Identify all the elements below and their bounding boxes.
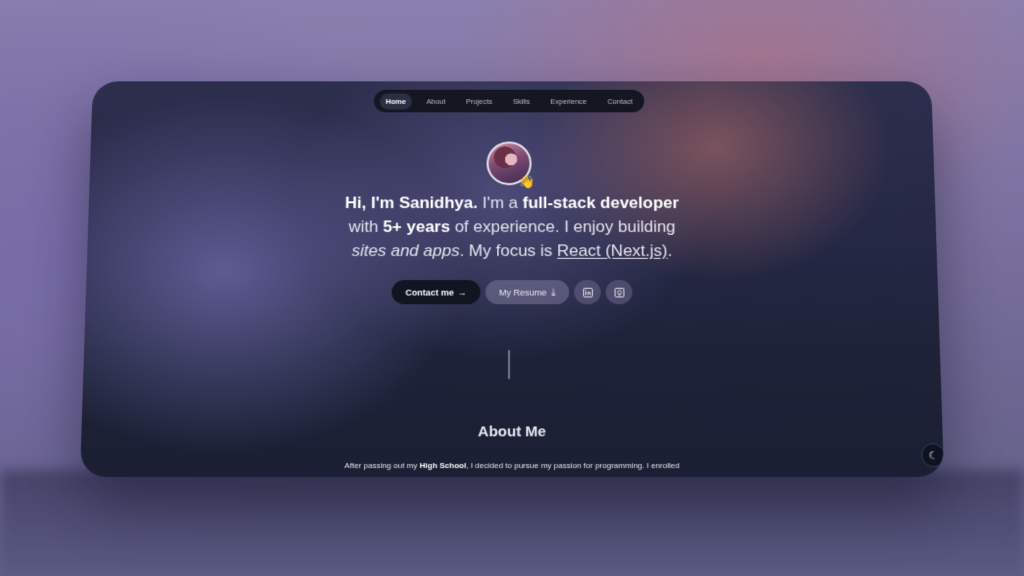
contact-me-label: Contact me <box>405 287 454 297</box>
github-icon <box>614 287 624 297</box>
hero-greeting: Hi, I'm Sanidhya. <box>344 193 478 212</box>
hero-tech-text: React (Next.js) <box>557 241 668 260</box>
contact-me-button[interactable]: Contact me → <box>391 280 481 305</box>
hero-line-3: sites and apps. My focus is React (Next.… <box>87 239 937 263</box>
about-text-end: , I decided to pursue my passion for pro… <box>466 461 680 471</box>
hero-experience-text: of experience. I enjoy building <box>450 217 676 236</box>
about-title: About Me <box>477 423 547 441</box>
resume-button[interactable]: My Resume ⤓ <box>485 280 570 305</box>
moon-icon: ☾ <box>928 449 939 462</box>
nav-item-skills[interactable]: Skills <box>507 93 536 109</box>
hero-role: full-stack developer <box>522 193 679 212</box>
nav-item-contact[interactable]: Contact <box>601 93 638 109</box>
about-text-bold: High School <box>419 461 467 471</box>
about-text-start: After passing out my <box>344 461 420 471</box>
about-text: After passing out my High School, I deci… <box>312 459 712 473</box>
hero-intro: Hi, I'm Sanidhya. I'm a full-stack devel… <box>87 191 937 263</box>
hero-intro-text: I'm a <box>477 193 523 212</box>
theme-toggle-button[interactable]: ☾ <box>920 443 944 468</box>
background-shadow <box>0 470 1024 576</box>
nav-item-experience[interactable]: Experience <box>545 93 593 109</box>
hero-with-text: with <box>348 217 383 236</box>
resume-label: My Resume <box>499 287 547 297</box>
hero-line-1: Hi, I'm Sanidhya. I'm a full-stack devel… <box>89 191 936 215</box>
nav-item-home[interactable]: Home <box>379 93 412 110</box>
top-navigation: Home About Projects Skills Experience Co… <box>373 89 645 113</box>
portfolio-window: Home About Projects Skills Experience Co… <box>80 81 944 478</box>
hero-end-text: . <box>667 241 673 260</box>
hero-sites-text: sites and apps <box>351 241 460 260</box>
nav-item-about[interactable]: About <box>421 93 452 109</box>
arrow-right-icon: → <box>457 287 467 297</box>
linkedin-icon <box>582 287 592 297</box>
nav-item-projects[interactable]: Projects <box>460 93 498 109</box>
waving-hand-icon: 👋 <box>519 174 536 189</box>
github-button[interactable] <box>605 280 633 305</box>
download-icon: ⤓ <box>551 286 556 297</box>
profile-avatar: 👋 <box>486 141 535 189</box>
section-divider <box>508 349 511 380</box>
hero-actions: Contact me → My Resume ⤓ <box>86 280 939 305</box>
hero-line-2: with 5+ years of experience. I enjoy bui… <box>88 215 937 239</box>
linkedin-button[interactable] <box>574 280 601 305</box>
hero-focus-text: . My focus is <box>459 241 558 260</box>
hero-years: 5+ years <box>382 217 451 236</box>
